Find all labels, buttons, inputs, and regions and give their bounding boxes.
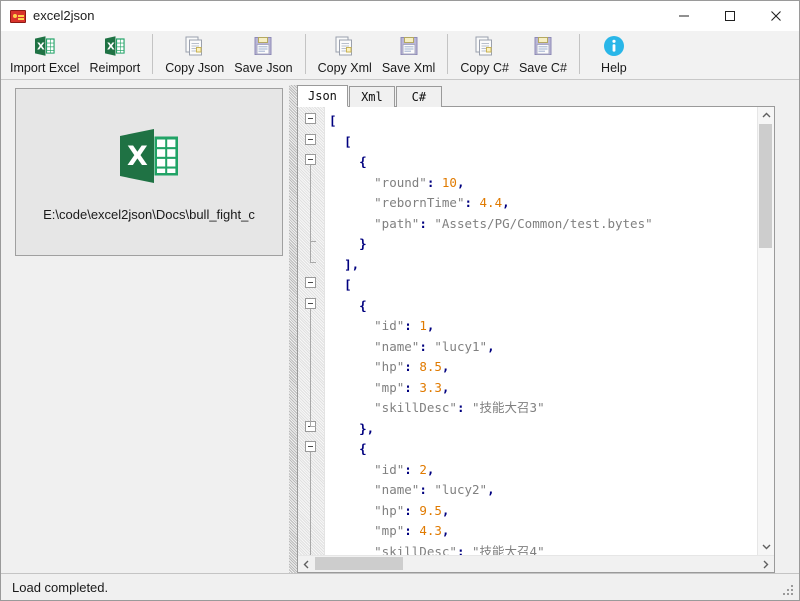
fold-tree-line [310, 308, 311, 426]
scroll-right-icon[interactable] [757, 556, 774, 572]
toolbar-separator [304, 34, 306, 74]
main-content: X E:\code\excel2json\Docs\bull_fight_c J… [1, 80, 799, 573]
toolbar-separator [578, 34, 580, 74]
horizontal-scroll-track[interactable] [315, 556, 757, 572]
fold-toggle[interactable] [305, 441, 316, 452]
status-message: Load completed. [12, 579, 109, 595]
toolbar: X Import Excel X Reimport Copy Json Save… [1, 31, 799, 80]
toolbar-label: Copy C# [460, 61, 509, 75]
excel-icon: X [33, 33, 57, 59]
svg-text:X: X [37, 42, 45, 53]
toolbar-label: Copy Json [165, 61, 225, 75]
tab-label: Json [308, 89, 337, 103]
fold-tree-stub [310, 425, 316, 427]
toolbar-label: Save Xml [381, 61, 436, 75]
editor-tabs: Json Xml C# [297, 85, 775, 107]
tab-csharp[interactable]: C# [395, 86, 442, 107]
toolbar-button-copy-json[interactable]: Copy Json [160, 31, 229, 79]
save-icon [251, 33, 275, 59]
resize-grip[interactable] [783, 585, 795, 597]
vertical-scrollbar[interactable] [757, 107, 774, 555]
copy-icon [183, 33, 207, 59]
right-panel: Json Xml C# [ [ { "round": 10, "rebornTi… [297, 85, 795, 573]
toolbar-label: Import Excel [10, 61, 80, 75]
scroll-left-icon[interactable] [298, 556, 315, 572]
app-badge-icon [10, 9, 26, 23]
selected-file-path: E:\code\excel2json\Docs\bull_fight_c [43, 206, 255, 222]
excel-icon: X [103, 33, 127, 59]
toolbar-separator [152, 34, 154, 74]
json-content: [ [ { "round": 10, "rebornTime": 4.4, "p… [329, 113, 653, 555]
save-icon [531, 33, 555, 59]
toolbar-button-save-xml[interactable]: Save Xml [377, 31, 441, 79]
fold-toggle[interactable] [305, 154, 316, 165]
tab-xml[interactable]: Xml [348, 86, 395, 107]
code-editor: [ [ { "round": 10, "rebornTime": 4.4, "p… [297, 106, 775, 573]
title-bar: excel2json [1, 1, 799, 31]
copy-icon [333, 33, 357, 59]
close-button[interactable] [753, 1, 799, 31]
vertical-scroll-track[interactable] [758, 124, 774, 538]
vertical-scroll-thumb[interactable] [759, 124, 772, 248]
toolbar-button-help[interactable]: Help [587, 31, 641, 79]
title-bar-left: excel2json [1, 8, 94, 24]
maximize-button[interactable] [707, 1, 753, 31]
horizontal-scrollbar[interactable] [298, 555, 774, 572]
info-icon [602, 33, 626, 59]
toolbar-button-reimport[interactable]: X Reimport [84, 31, 145, 79]
fold-toggle[interactable] [305, 297, 316, 309]
code-area[interactable]: [ [ { "round": 10, "rebornTime": 4.4, "p… [325, 107, 757, 555]
toolbar-button-copy-xml[interactable]: Copy Xml [313, 31, 377, 79]
status-bar: Load completed. [1, 573, 799, 600]
horizontal-scroll-thumb[interactable] [315, 557, 403, 570]
fold-toggle[interactable] [305, 277, 316, 288]
fold-tree-line [310, 452, 311, 555]
excel-drop-zone[interactable]: X E:\code\excel2json\Docs\bull_fight_c [15, 88, 283, 256]
fold-tree-stub [310, 261, 316, 263]
svg-text:X: X [127, 141, 148, 172]
fold-tree-line [310, 165, 311, 262]
toolbar-button-save-csharp[interactable]: Save C# [514, 31, 572, 79]
tab-label: C# [411, 90, 427, 104]
pane-splitter[interactable] [289, 85, 297, 573]
fold-toggle[interactable] [305, 133, 316, 145]
excel-file-icon: X [116, 123, 182, 189]
copy-icon [473, 33, 497, 59]
left-panel: X E:\code\excel2json\Docs\bull_fight_c [5, 85, 287, 573]
editor-viewport: [ [ { "round": 10, "rebornTime": 4.4, "p… [298, 107, 774, 555]
app-window: excel2json X Import Excel X Reimport Cop… [0, 0, 800, 601]
tab-json[interactable]: Json [297, 85, 348, 107]
toolbar-button-copy-csharp[interactable]: Copy C# [455, 31, 514, 79]
toolbar-label: Copy Xml [317, 61, 372, 75]
tab-label: Xml [361, 90, 383, 104]
minimize-button[interactable] [661, 1, 707, 31]
toolbar-label: Save C# [518, 61, 567, 75]
window-title: excel2json [33, 8, 95, 23]
toolbar-button-import-excel[interactable]: X Import Excel [5, 31, 84, 79]
save-icon [397, 33, 421, 59]
fold-toggle[interactable] [305, 113, 316, 124]
window-controls [661, 1, 799, 31]
scroll-down-icon[interactable] [758, 538, 774, 555]
toolbar-button-save-json[interactable]: Save Json [229, 31, 297, 79]
toolbar-label: Reimport [89, 61, 141, 75]
toolbar-label: Help [601, 61, 627, 75]
svg-text:X: X [107, 42, 115, 53]
toolbar-separator [447, 34, 449, 74]
scroll-up-icon[interactable] [758, 107, 774, 124]
toolbar-label: Save Json [234, 61, 293, 75]
fold-gutter[interactable] [298, 107, 325, 555]
fold-tree-stub [310, 241, 316, 242]
